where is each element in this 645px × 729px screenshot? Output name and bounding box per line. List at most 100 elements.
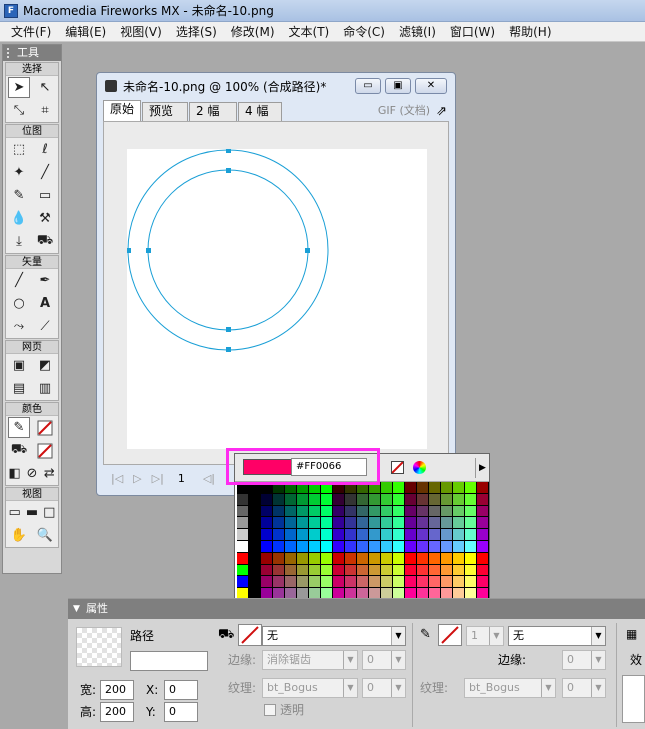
show-slices-icon[interactable]: ▥ (34, 378, 56, 399)
color-swatch[interactable] (429, 576, 441, 589)
color-swatch[interactable] (357, 576, 369, 589)
color-swatch[interactable] (417, 564, 429, 577)
color-swatch[interactable] (237, 493, 249, 506)
swap-colors-icon[interactable]: ⇄ (41, 463, 58, 484)
color-swatch[interactable] (309, 540, 321, 553)
color-swatch[interactable] (453, 505, 465, 518)
color-swatch[interactable] (333, 540, 345, 553)
blur-tool-icon[interactable]: 💧 (8, 208, 30, 229)
color-swatch[interactable] (261, 576, 273, 589)
color-swatch[interactable] (345, 552, 357, 565)
color-swatch[interactable] (285, 505, 297, 518)
color-swatch[interactable] (405, 505, 417, 518)
color-swatch[interactable] (237, 517, 249, 530)
color-swatch[interactable] (249, 540, 261, 553)
quick-export-icon[interactable]: ⇗ (430, 104, 449, 121)
color-swatch[interactable] (405, 529, 417, 541)
popup-options-arrow[interactable]: ▶ (475, 458, 489, 478)
menu-text[interactable]: 文本(T) (282, 23, 337, 40)
text-tool-icon[interactable]: A (34, 293, 56, 314)
color-swatch[interactable] (381, 552, 393, 565)
color-swatch[interactable] (321, 505, 333, 518)
color-swatch[interactable] (441, 482, 453, 494)
color-swatch[interactable] (249, 552, 261, 565)
color-swatch[interactable] (345, 576, 357, 589)
color-swatch[interactable] (333, 564, 345, 577)
color-swatch[interactable] (405, 517, 417, 530)
color-swatch[interactable] (297, 552, 309, 565)
color-swatch[interactable] (369, 552, 381, 565)
color-swatch[interactable] (273, 493, 285, 506)
color-swatch[interactable] (441, 552, 453, 565)
x-field[interactable]: 0 (164, 680, 198, 700)
knife-tool-icon[interactable]: ⟋ (34, 316, 56, 337)
color-swatch[interactable] (285, 576, 297, 589)
color-swatch[interactable] (381, 564, 393, 577)
object-name-field[interactable] (130, 651, 208, 671)
tab-2-up[interactable]: 2 幅 (189, 102, 238, 121)
color-swatch[interactable] (465, 540, 477, 553)
color-swatch[interactable] (345, 505, 357, 518)
color-swatch[interactable] (261, 517, 273, 530)
line-tool-icon[interactable]: ╱ (8, 270, 30, 291)
color-swatch[interactable] (441, 517, 453, 530)
color-swatch[interactable] (453, 529, 465, 541)
color-swatch[interactable] (249, 493, 261, 506)
color-swatch[interactable] (237, 540, 249, 553)
fullscreen-menu-icon[interactable]: ▬ (23, 502, 40, 523)
color-swatch[interactable] (417, 552, 429, 565)
color-swatch[interactable] (309, 517, 321, 530)
fullscreen-icon[interactable]: □ (41, 502, 58, 523)
color-swatch[interactable] (309, 552, 321, 565)
color-swatch[interactable] (321, 564, 333, 577)
color-swatch[interactable] (381, 493, 393, 506)
color-swatch[interactable] (345, 540, 357, 553)
color-swatch[interactable] (369, 576, 381, 589)
color-swatch[interactable] (261, 552, 273, 565)
slice-tool-icon[interactable]: ◩ (34, 355, 56, 376)
fill-color-swatch-icon[interactable] (34, 440, 56, 461)
color-swatch[interactable] (429, 552, 441, 565)
color-swatch[interactable] (273, 517, 285, 530)
prev-frame-icon[interactable]: ◁| (203, 472, 215, 485)
color-swatch[interactable] (477, 552, 489, 565)
color-swatch[interactable] (441, 540, 453, 553)
color-swatch[interactable] (297, 529, 309, 541)
rubber-stamp-tool-icon[interactable]: ⚒ (34, 208, 56, 229)
color-swatch[interactable] (369, 493, 381, 506)
color-swatch[interactable] (381, 576, 393, 589)
color-swatch[interactable] (273, 552, 285, 565)
color-swatch[interactable] (357, 540, 369, 553)
color-swatch[interactable] (393, 564, 405, 577)
stroke-color-button[interactable] (438, 624, 462, 646)
color-swatch[interactable] (285, 493, 297, 506)
freeform-tool-icon[interactable]: ⤳ (8, 316, 30, 337)
color-swatch[interactable] (477, 576, 489, 589)
color-swatch[interactable] (477, 493, 489, 506)
eraser-tool-icon[interactable]: ▭ (34, 185, 56, 206)
color-swatch[interactable] (429, 540, 441, 553)
color-swatch[interactable] (297, 493, 309, 506)
fill-bucket-icon[interactable]: ⛟ (8, 440, 30, 461)
color-swatch[interactable] (261, 540, 273, 553)
color-swatch[interactable] (321, 517, 333, 530)
color-swatch[interactable] (465, 552, 477, 565)
color-swatch[interactable] (285, 529, 297, 541)
color-swatch[interactable] (309, 529, 321, 541)
color-wheel-icon[interactable] (413, 461, 426, 474)
color-swatch[interactable] (273, 540, 285, 553)
color-swatch[interactable] (405, 540, 417, 553)
color-swatch[interactable] (441, 529, 453, 541)
color-swatch[interactable] (477, 505, 489, 518)
color-swatch[interactable] (429, 564, 441, 577)
color-swatch[interactable] (369, 540, 381, 553)
color-swatch[interactable] (249, 576, 261, 589)
color-swatch[interactable] (321, 540, 333, 553)
color-swatch[interactable] (237, 529, 249, 541)
hand-tool-icon[interactable]: ✋ (8, 525, 30, 546)
color-swatch[interactable] (345, 564, 357, 577)
close-button[interactable]: ✕ (415, 78, 447, 94)
stroke-type-select[interactable]: 无 ▼ (508, 626, 606, 646)
color-swatch[interactable] (405, 493, 417, 506)
first-frame-icon[interactable]: |◁ (111, 472, 123, 485)
